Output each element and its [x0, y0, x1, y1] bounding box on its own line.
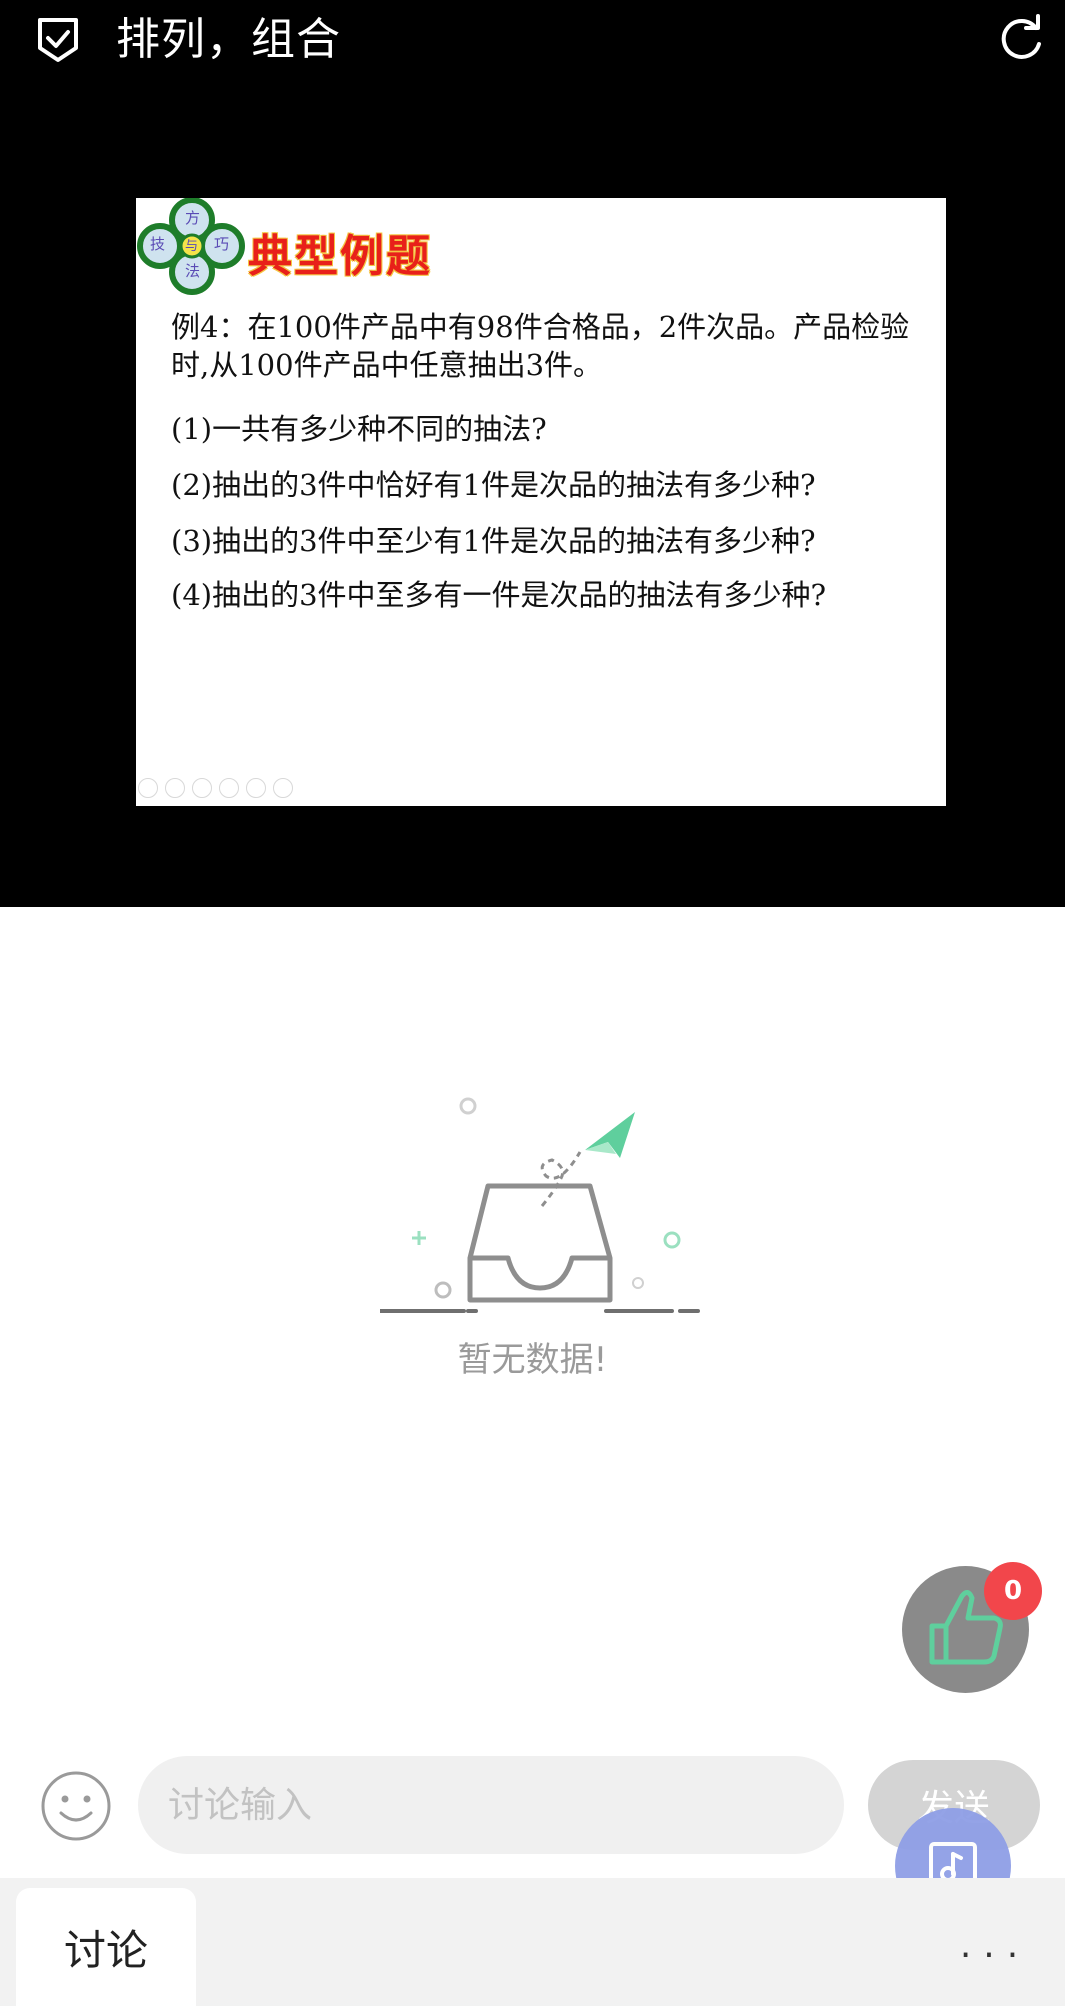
empty-state-text: 暂无数据! [457, 1340, 608, 1380]
badge-char: 与 [185, 239, 199, 254]
shield-check-icon[interactable] [36, 16, 80, 64]
lecture-slide: 方 技 与 巧 法 典型例题 例4：在100件产品中有98件合格品，2件次品。产… [136, 197, 946, 806]
slide-heading: 典型例题 [248, 231, 432, 282]
question-4: (4)抽出的3件中至多有一件是次品的抽法有多少种? [171, 578, 827, 612]
badge-char: 法 [185, 262, 201, 280]
smiley-icon[interactable] [40, 1770, 112, 1842]
method-badge-icon: 方 技 与 巧 法 [136, 197, 248, 296]
like-count-badge: 0 [984, 1562, 1042, 1620]
prev-slide-icon[interactable] [138, 778, 158, 798]
discussion-input[interactable] [138, 1756, 844, 1854]
zoom-icon[interactable] [246, 778, 266, 798]
example-intro: 例4：在100件产品中有98件合格品，2件次品。产品检验时,从100件产品中任意… [171, 310, 910, 382]
refresh-icon[interactable] [996, 14, 1046, 64]
badge-char: 技 [150, 235, 166, 253]
page-title: 排列，组合 [116, 14, 341, 65]
copy-icon[interactable] [219, 778, 239, 798]
slide-controls [138, 778, 293, 800]
empty-inbox-icon [375, 1090, 700, 1320]
more-options-button[interactable]: ··· [940, 1936, 1050, 1976]
question-3: (3)抽出的3件中至少有1件是次品的抽法有多少种? [171, 524, 816, 558]
pen-icon[interactable] [192, 778, 212, 798]
more-icon[interactable] [273, 778, 293, 798]
tab-discussion[interactable]: 讨论 [16, 1888, 196, 2006]
badge-char: 方 [185, 209, 201, 227]
question-1: (1)一共有多少种不同的抽法? [171, 412, 547, 446]
top-bar: 排列，组合 [0, 0, 1065, 80]
next-slide-icon[interactable] [165, 778, 185, 798]
question-2: (2)抽出的3件中恰好有1件是次品的抽法有多少种? [171, 468, 816, 502]
badge-char: 巧 [214, 235, 230, 253]
